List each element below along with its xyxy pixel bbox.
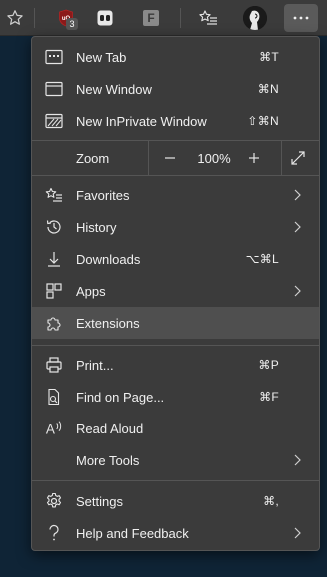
zoom-separator — [148, 141, 149, 175]
apps-label: Apps — [76, 283, 106, 299]
menu-item-history[interactable]: History — [32, 211, 319, 243]
zoom-in-button[interactable] — [243, 147, 265, 169]
menu-item-read-aloud[interactable]: A Read Aloud — [32, 412, 319, 444]
menu-item-extensions[interactable]: Extensions — [32, 307, 319, 339]
new-tab-icon — [45, 48, 63, 66]
print-shortcut: ⌘P — [258, 358, 279, 372]
settings-shortcut: ⌘, — [263, 494, 279, 508]
downloads-label: Downloads — [76, 251, 141, 267]
menu-item-find-on-page[interactable]: Find on Page... ⌘F — [32, 381, 319, 413]
favorites-bar-button[interactable] — [194, 4, 222, 32]
read-aloud-icon: A — [45, 419, 63, 437]
extensions-icon — [45, 314, 63, 332]
new-window-label: New Window — [76, 81, 152, 97]
history-icon — [45, 218, 63, 236]
zoom-separator — [281, 141, 282, 175]
more-tools-label: More Tools — [76, 452, 140, 468]
inprivate-label: New InPrivate Window — [76, 113, 207, 129]
full-screen-button[interactable] — [287, 147, 309, 169]
find-on-page-icon — [45, 388, 63, 406]
add-favorite-button[interactable] — [1, 4, 29, 32]
new-tab-label: New Tab — [76, 49, 127, 65]
history-label: History — [76, 219, 117, 235]
new-tab-shortcut: ⌘T — [259, 50, 279, 64]
menu-item-help-and-feedback[interactable]: Help and Feedback — [32, 517, 319, 549]
ghostery-icon — [97, 10, 113, 26]
favorites-icon — [45, 186, 63, 204]
menu-item-downloads[interactable]: Downloads ⌥⌘L — [32, 243, 319, 275]
zoom-label: Zoom — [76, 151, 110, 166]
menu-item-apps[interactable]: Apps — [32, 275, 319, 307]
settings-and-more-menu: New Tab ⌘T New Window ⌘N New InPrivate W… — [31, 36, 320, 551]
menu-divider — [32, 480, 319, 481]
profile-avatar — [243, 6, 267, 30]
favorites-label: Favorites — [76, 187, 130, 203]
settings-label: Settings — [76, 493, 123, 509]
zoom-value: 100% — [197, 151, 231, 166]
find-on-page-label: Find on Page... — [76, 389, 165, 405]
inprivate-icon — [45, 112, 63, 130]
menu-item-new-inprivate-window[interactable]: New InPrivate Window ⇧⌘N — [32, 105, 319, 137]
star-outline-icon — [7, 10, 23, 25]
ublock-origin-button[interactable]: uO 3 — [52, 4, 80, 32]
find-on-page-shortcut: ⌘F — [259, 390, 279, 404]
zoom-out-button[interactable] — [159, 147, 181, 169]
toolbar-separator — [34, 8, 35, 28]
chevron-right-icon — [294, 454, 301, 466]
ublock-badge: 3 — [66, 18, 78, 30]
menu-item-new-tab[interactable]: New Tab ⌘T — [32, 41, 319, 73]
read-aloud-label: Read Aloud — [76, 420, 144, 436]
chevron-right-icon — [294, 221, 301, 233]
downloads-shortcut: ⌥⌘L — [245, 252, 279, 266]
more-icon — [293, 16, 309, 20]
chevron-right-icon — [294, 189, 301, 201]
favorites-bar-icon — [199, 10, 217, 25]
apps-icon — [45, 282, 63, 300]
toolbar-separator — [180, 8, 181, 28]
help-icon — [45, 524, 63, 542]
menu-item-new-window[interactable]: New Window ⌘N — [32, 73, 319, 105]
help-and-feedback-label: Help and Feedback — [76, 525, 189, 541]
chevron-right-icon — [294, 527, 301, 539]
menu-item-settings[interactable]: Settings ⌘, — [32, 485, 319, 517]
download-icon — [45, 250, 63, 268]
new-window-shortcut: ⌘N — [257, 82, 279, 96]
zoom-row: Zoom 100% — [32, 141, 319, 175]
ghostery-button[interactable] — [91, 4, 119, 32]
print-label: Print... — [76, 357, 114, 373]
menu-divider — [32, 345, 319, 346]
more-button[interactable] — [284, 4, 318, 32]
menu-divider — [32, 175, 319, 176]
gear-icon — [45, 492, 63, 510]
inprivate-shortcut: ⇧⌘N — [247, 114, 279, 128]
print-icon — [45, 356, 63, 374]
menu-item-favorites[interactable]: Favorites — [32, 179, 319, 211]
plus-icon — [249, 153, 259, 163]
browser-toolbar: uO 3 F — [0, 0, 327, 36]
full-screen-icon — [291, 151, 305, 165]
f-extension-icon: F — [143, 10, 159, 26]
minus-icon — [165, 157, 175, 159]
profile-button[interactable] — [241, 4, 269, 32]
menu-item-more-tools[interactable]: More Tools — [32, 444, 319, 476]
f-extension-button[interactable]: F — [137, 4, 165, 32]
menu-item-print[interactable]: Print... ⌘P — [32, 349, 319, 381]
chevron-right-icon — [294, 285, 301, 297]
extensions-label: Extensions — [76, 315, 140, 331]
new-window-icon — [45, 80, 63, 98]
svg-text:A: A — [46, 421, 55, 436]
